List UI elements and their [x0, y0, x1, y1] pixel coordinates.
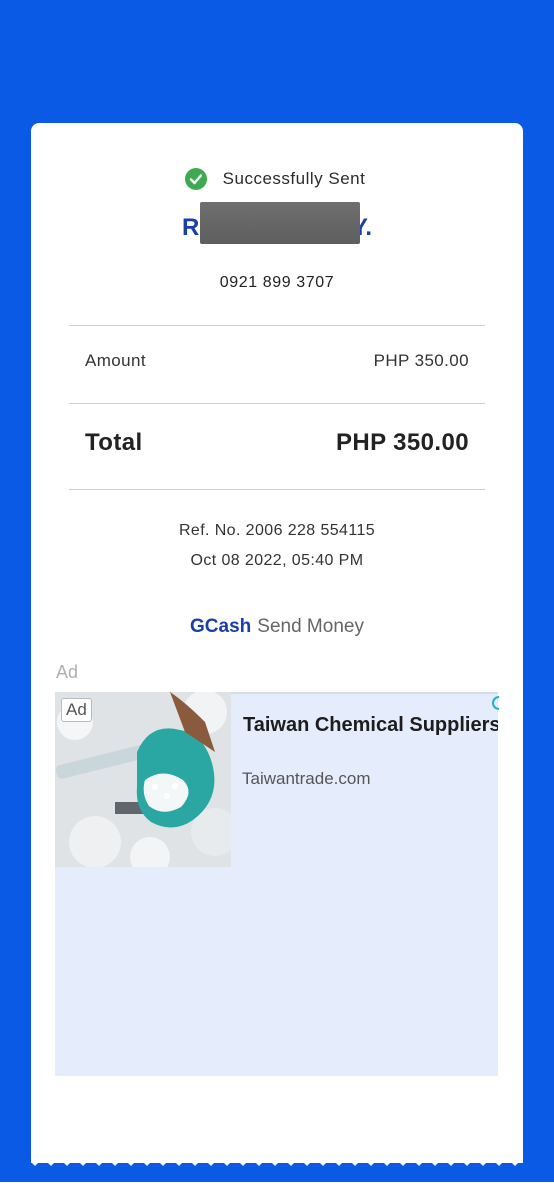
recipient-phone: 0921 899 3707 [219, 274, 335, 291]
total-label: Total [85, 429, 143, 456]
ad-badge: Ad [61, 698, 92, 722]
brand-footer: GCash Send Money [0, 616, 554, 638]
transaction-datetime: Oct 08 2022, 05:40 PM [190, 552, 364, 569]
adchoices-icon[interactable] [492, 696, 500, 710]
ad-title[interactable]: Taiwan Chemical Suppliers [243, 714, 498, 737]
receipt-zigzag-edge [31, 1150, 523, 1166]
redaction-block [200, 202, 360, 244]
amount-label: Amount [85, 351, 146, 370]
total-row: Total PHP 350.00 [85, 429, 469, 457]
reference-number: Ref. No. 2006 228 554115 [178, 522, 376, 539]
bottom-panel-edge [0, 1182, 554, 1200]
gcash-logo-text: GCash [190, 616, 252, 637]
total-value: PHP 350.00 [336, 429, 469, 456]
amount-value: PHP 350.00 [373, 351, 469, 370]
divider [69, 403, 485, 404]
ad-section-label: Ad [56, 662, 79, 682]
recipient-name-start: R [182, 214, 200, 241]
amount-row: Amount PHP 350.00 [85, 351, 469, 371]
status-text: Successfully Sent [222, 169, 366, 188]
status-row: Successfully Sent [0, 168, 554, 190]
ad-divider [231, 692, 498, 694]
divider [69, 325, 485, 326]
service-name: Send Money [257, 616, 364, 637]
check-circle-icon [184, 168, 207, 190]
ad-url[interactable]: Taiwantrade.com [242, 769, 371, 789]
divider [69, 489, 485, 490]
